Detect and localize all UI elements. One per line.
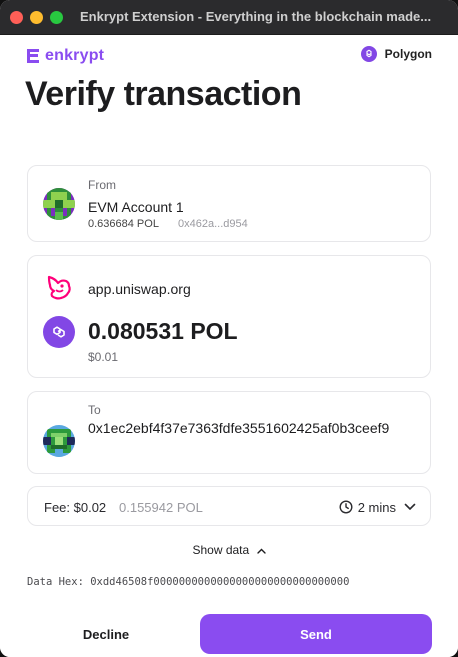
enkrypt-logo-icon (27, 49, 39, 63)
fee-selector[interactable]: Fee: $0.02 0.155942 POL 2 mins (27, 486, 431, 526)
from-label: From (88, 178, 116, 192)
window-title: Enkrypt Extension - Everything in the bl… (80, 9, 432, 24)
from-account-balance: 0.636684 POL (88, 218, 159, 230)
data-hex: Data Hex: 0xdd46508f00000000000000000000… (27, 576, 350, 588)
site-domain: app.uniswap.org (88, 281, 191, 297)
fee-speed-dropdown[interactable]: 2 mins (339, 495, 416, 519)
network-label: Polygon (384, 47, 432, 61)
transaction-amount-card: app.uniswap.org 0.080531 POL $0.01 (27, 255, 431, 378)
transaction-amount: 0.080531 POL (88, 318, 238, 344)
fee-native: 0.155942 POL (119, 500, 203, 515)
network-selector[interactable]: Polygon (360, 46, 432, 62)
brand-logo: enkrypt (25, 47, 104, 65)
to-label: To (88, 403, 101, 417)
send-button[interactable]: Send (200, 614, 432, 654)
brand-name: enkrypt (45, 47, 105, 64)
decline-button[interactable]: Decline (27, 614, 185, 654)
window-minimize-button[interactable] (30, 11, 43, 24)
from-account-address: 0x462a...d954 (178, 218, 248, 230)
fee-usd: Fee: $0.02 (44, 500, 107, 515)
to-account-card: To 0x1ec2ebf4f37e7363fdfe3551602425af0b3… (27, 391, 431, 474)
main-content: enkrypt Polygon Verify transaction From (0, 35, 458, 657)
from-account-name: EVM Account 1 (88, 199, 184, 215)
from-account-avatar (43, 188, 75, 220)
uniswap-logo-icon (47, 275, 71, 300)
show-data-label: Show data (192, 543, 250, 557)
polygon-token-icon (43, 316, 75, 348)
window-close-button[interactable] (10, 11, 23, 24)
chevron-down-icon (404, 503, 416, 510)
to-account-avatar (43, 425, 75, 457)
to-address: 0x1ec2ebf4f37e7363fdfe3551602425af0b3cee… (88, 420, 390, 436)
chevron-up-icon (256, 548, 266, 554)
show-data-toggle[interactable]: Show data (0, 543, 458, 557)
window-titlebar: Enkrypt Extension - Everything in the bl… (0, 0, 458, 35)
from-account-card: From EVM Account 1 0.636684 POL 0x462a..… (27, 165, 431, 242)
transaction-amount-usd: $0.01 (88, 350, 119, 364)
fee-time-label: 2 mins (357, 499, 396, 515)
app-window: Enkrypt Extension - Everything in the bl… (0, 0, 458, 657)
page-title: Verify transaction (25, 75, 302, 113)
window-maximize-button[interactable] (50, 11, 63, 24)
clock-icon (339, 500, 353, 514)
polygon-icon (360, 46, 377, 62)
